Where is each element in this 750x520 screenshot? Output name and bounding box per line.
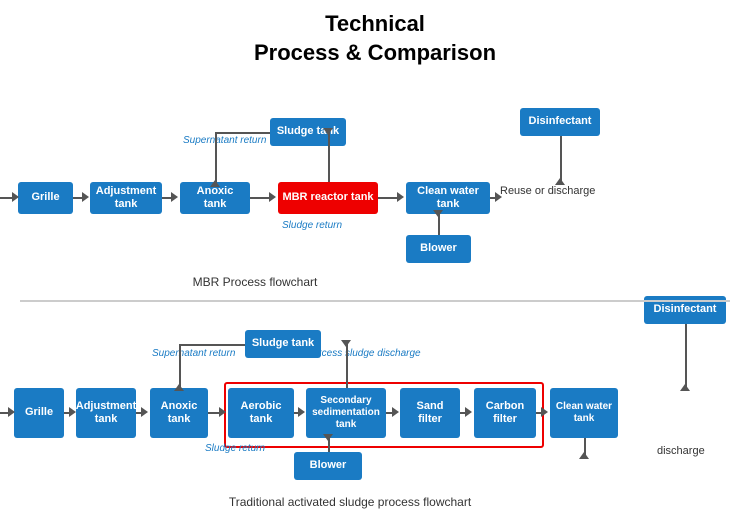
arrowh-an2-aer bbox=[219, 407, 226, 417]
sludge-return-label2: Sludge return bbox=[205, 443, 265, 454]
box-adj2: Adjustment tank bbox=[76, 388, 136, 438]
arrowh-mbr-sludge1 bbox=[323, 128, 333, 135]
arrowh-an-mbr bbox=[269, 192, 276, 202]
box-blower2: Blower bbox=[294, 452, 362, 480]
box-adj1: Adjustment tank bbox=[90, 182, 162, 214]
separator-line bbox=[20, 300, 730, 302]
box-clean2: Clean water tank bbox=[550, 388, 618, 438]
hline-sludge-return1 bbox=[215, 132, 270, 134]
vline-blower1 bbox=[438, 214, 440, 235]
vline-sludge-return1 bbox=[215, 132, 217, 184]
supernatant-return-label1: Supernatant return bbox=[183, 135, 266, 146]
arrowh-blower1 bbox=[433, 210, 443, 217]
box-anox2: Anoxic tank bbox=[150, 388, 208, 438]
hline-sludge2 bbox=[179, 344, 245, 346]
box-blower1: Blower bbox=[406, 235, 471, 263]
box-aerobic: Aerobic tank bbox=[228, 388, 294, 438]
arrowh-entry2 bbox=[8, 407, 15, 417]
box-secondary: Secondary sedimentation tank bbox=[306, 388, 386, 438]
arrowh-g-a1 bbox=[82, 192, 89, 202]
arrowh-sand-carbon bbox=[465, 407, 472, 417]
arrowh-mbr-cw bbox=[397, 192, 404, 202]
vline-disinfect1 bbox=[560, 136, 562, 182]
arrowh-a2-an2 bbox=[141, 407, 148, 417]
arrowh-disinfect2 bbox=[680, 384, 690, 391]
vline-disinfect2 bbox=[685, 324, 687, 388]
supernatant-return-label2: Supernatant return bbox=[152, 348, 235, 359]
arrowh-disinfect1 bbox=[555, 178, 565, 185]
arrowh-g2-a2 bbox=[69, 407, 76, 417]
box-carbon: Carbon filter bbox=[474, 388, 536, 438]
discharge-label: discharge bbox=[657, 445, 705, 457]
arrowh-aer-sec bbox=[298, 407, 305, 417]
box-disinfect1: Disinfectant bbox=[520, 108, 600, 136]
page-title: Technical Process & Comparison bbox=[0, 0, 750, 67]
arrowh-sludge-return1 bbox=[210, 180, 220, 187]
caption2: Traditional activated sludge process flo… bbox=[160, 495, 540, 509]
box-grille2: Grille bbox=[14, 388, 64, 438]
arrowh-carbon-cw2 bbox=[541, 407, 548, 417]
box-mbr: MBR reactor tank bbox=[278, 182, 378, 214]
vline-mbr-sludge1 bbox=[328, 132, 330, 182]
arrowh-cw-reuse bbox=[495, 192, 502, 202]
arrowh-sec-sludge2 bbox=[341, 340, 351, 347]
box-sludge1: Sludge tank bbox=[270, 118, 346, 146]
arrowhead-entry1 bbox=[12, 192, 19, 202]
sludge-return-label1: Sludge return bbox=[282, 220, 342, 231]
arrowh-blower2 bbox=[323, 434, 333, 441]
reuse-discharge-label: Reuse or discharge bbox=[500, 185, 595, 197]
arrowh-a-an1 bbox=[171, 192, 178, 202]
arrowh-sec-sand bbox=[392, 407, 399, 417]
vline-sludge-return2 bbox=[179, 344, 181, 388]
caption1: MBR Process flowchart bbox=[130, 275, 380, 289]
box-grille1: Grille bbox=[18, 182, 73, 214]
excess-sludge-label: Excess sludge discharge bbox=[310, 348, 421, 359]
box-sand: Sand filter bbox=[400, 388, 460, 438]
box-clean1: Clean water tank bbox=[406, 182, 490, 214]
vline-sec-sludge2 bbox=[346, 344, 348, 388]
arrowh-sludge-return2 bbox=[174, 384, 184, 391]
arrowh-cw2-discharge bbox=[579, 452, 589, 459]
